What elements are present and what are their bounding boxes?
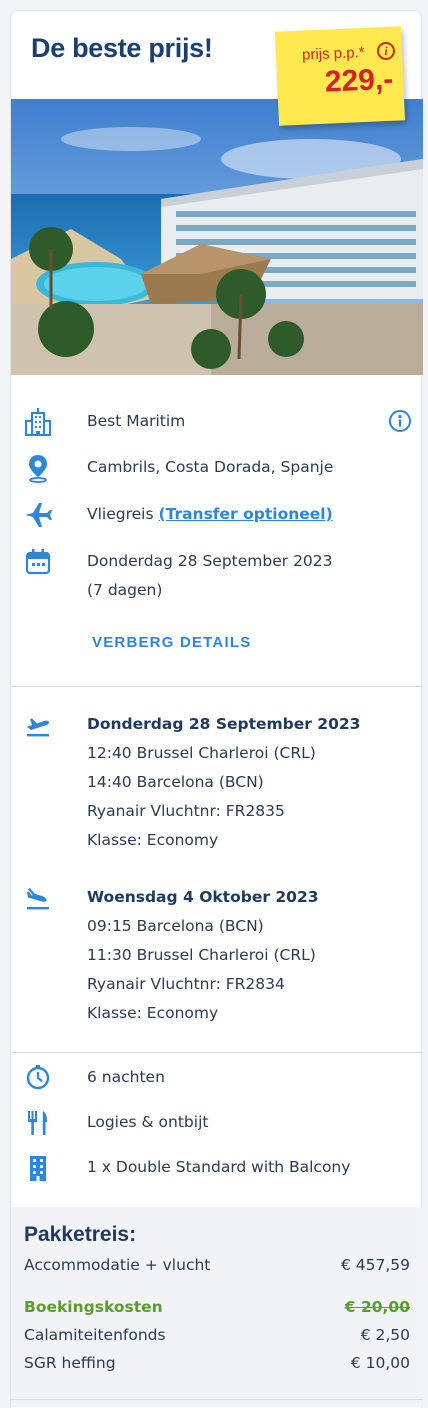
room-text: 1 x Double Standard with Balcony [87, 1158, 351, 1176]
flight-return-date: Woensdag 4 Oktober 2023 [87, 888, 319, 906]
divider [11, 686, 423, 687]
price-row-label: Boekingskosten [24, 1298, 163, 1316]
plane-icon [23, 500, 53, 530]
board-text: Logies & ontbijt [87, 1113, 209, 1131]
price-label: prijs p.p.* [301, 43, 365, 64]
divider [11, 1052, 423, 1053]
price-row-value: € 10,00 [350, 1354, 410, 1372]
hotel-name: Best Maritim [87, 412, 186, 430]
package-title: Pakketreis: [24, 1223, 137, 1246]
flight-return-class: Klasse: Economy [87, 1004, 219, 1022]
nights-text: 6 nachten [87, 1068, 165, 1086]
cutlery-icon [23, 1108, 53, 1138]
map-pin-icon [23, 453, 53, 483]
price-value: 229,- [324, 62, 394, 99]
flight-outbound-depart: 12:40 Brussel Charleroi (CRL) [87, 744, 316, 762]
plane-arrival-icon [23, 883, 53, 913]
transfer-link[interactable]: (Transfer optioneel) [158, 505, 332, 523]
offer-card: De beste prijs! prijs p.p.* i 229,- Best… [10, 10, 423, 1408]
price-row-label: Accommodatie + vlucht [24, 1256, 211, 1274]
date-text: Donderdag 28 September 2023 (7 dagen) [87, 547, 333, 605]
hotel-photo-image [11, 99, 423, 375]
flight-outbound-date: Donderdag 28 September 2023 [87, 715, 361, 733]
travel-type: Vliegreis [87, 505, 154, 523]
price-row-label: SGR heffing [24, 1354, 116, 1372]
flight-return-carrier: Ryanair Vluchtnr: FR2834 [87, 975, 285, 993]
price-row-value: € 2,50 [360, 1326, 410, 1344]
plane-departure-icon [23, 710, 53, 740]
travel-date: Donderdag 28 September 2023 [87, 552, 333, 570]
building-icon [23, 407, 53, 437]
flight-return-depart: 09:15 Barcelona (BCN) [87, 917, 264, 935]
price-sticker: prijs p.p.* i 229,- [275, 26, 405, 126]
flight-outbound-class: Klasse: Economy [87, 831, 219, 849]
price-breakdown: Pakketreis: Accommodatie + vlucht € 457,… [11, 1207, 423, 1407]
flight-return-details: Woensdag 4 Oktober 2023 09:15 Barcelona … [87, 883, 319, 1028]
hide-details-button[interactable]: VERBERG DETAILS [92, 634, 251, 651]
divider [11, 1399, 423, 1400]
flight-outbound-carrier: Ryanair Vluchtnr: FR2835 [87, 802, 285, 820]
price-row-value: € 20,00 [344, 1298, 410, 1316]
flight-outbound-arrive: 14:40 Barcelona (BCN) [87, 773, 264, 791]
travel-type-text: Vliegreis (Transfer optioneel) [87, 500, 333, 529]
timer-icon [23, 1063, 53, 1093]
price-info-icon[interactable]: i [376, 41, 396, 61]
flight-outbound-details: Donderdag 28 September 2023 12:40 Brusse… [87, 710, 360, 855]
hotel-photo[interactable] [11, 99, 423, 375]
travel-duration: (7 dagen) [87, 581, 163, 599]
hotel-location: Cambrils, Costa Dorada, Spanje [87, 458, 334, 476]
flight-return-arrive: 11:30 Brussel Charleroi (CRL) [87, 946, 316, 964]
page-title: De beste prijs! [31, 33, 213, 63]
hotel-info-icon[interactable] [388, 409, 412, 433]
room-building-icon [23, 1153, 53, 1183]
calendar-icon [23, 547, 53, 577]
price-row-label: Calamiteitenfonds [24, 1326, 166, 1344]
price-row-value: € 457,59 [340, 1256, 410, 1274]
